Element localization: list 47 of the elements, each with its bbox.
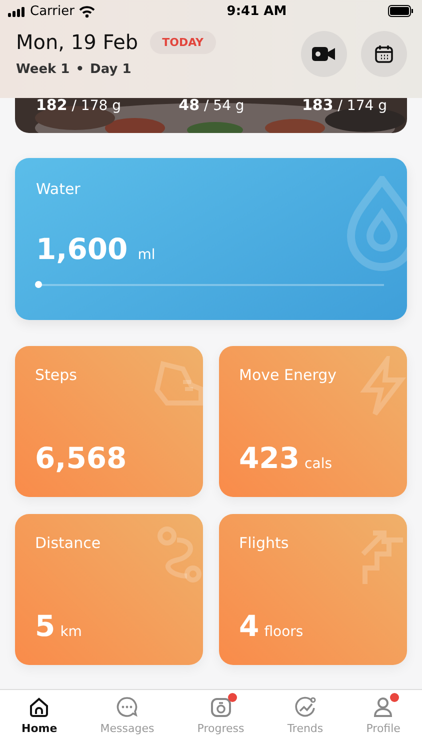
macro-value: 182 / 178 g <box>36 98 121 113</box>
trend-chart-icon <box>294 696 316 718</box>
separator-dot: • <box>76 62 84 77</box>
macro-value: 183 / 174 g <box>302 98 387 113</box>
card-title: Steps <box>35 366 78 384</box>
clock: 9:41 AM <box>226 4 287 18</box>
macro-value: 48 / 54 g <box>178 98 244 113</box>
card-value: 423 <box>239 441 300 475</box>
tab-item[interactable]: Messages <box>96 690 158 744</box>
card-unit: floors <box>264 624 304 640</box>
card-value: 4 <box>239 609 260 643</box>
wifi-icon <box>79 4 96 18</box>
card-title: Distance <box>35 534 102 552</box>
video-button[interactable] <box>301 30 347 76</box>
tab-item[interactable]: Home <box>18 690 62 744</box>
today-badge: TODAY <box>150 30 216 54</box>
calendar-icon <box>374 44 394 64</box>
activity-card[interactable]: Steps 6,568 <box>15 346 203 497</box>
card-unit: km <box>60 624 82 640</box>
signal-icon <box>8 6 25 16</box>
water-card[interactable]: Water 1,600 ml <box>15 158 407 320</box>
water-unit: ml <box>138 247 156 263</box>
water-value: 1,600 <box>36 232 128 266</box>
day-label: Day 1 <box>90 62 132 77</box>
home-icon <box>28 696 50 718</box>
activity-card[interactable]: Flights 4 floors <box>219 514 407 665</box>
carrier-name: Carrier <box>30 4 74 18</box>
card-title: Move Energy <box>239 366 338 384</box>
card-title: Flights <box>239 534 290 552</box>
camera-icon <box>210 696 232 718</box>
week-label: Week 1 <box>16 62 70 77</box>
tab-item[interactable]: Progress <box>193 690 248 744</box>
chat-bubble-icon <box>116 696 138 718</box>
card-value: 6,568 <box>35 441 127 475</box>
water-title: Water <box>36 180 82 198</box>
card-value: 5 <box>35 609 56 643</box>
video-camera-icon <box>312 46 336 62</box>
calendar-button[interactable] <box>361 30 407 76</box>
activity-card[interactable]: Move Energy 423 cals <box>219 346 407 497</box>
card-unit: cals <box>304 456 332 472</box>
battery-icon <box>388 5 414 17</box>
date-title: Mon, 19 Feb <box>16 30 138 54</box>
water-slider-thumb[interactable] <box>35 281 42 288</box>
tab-item[interactable]: Trends <box>283 690 328 744</box>
person-icon <box>372 696 394 718</box>
tab-item[interactable]: Profile <box>362 690 404 744</box>
activity-card[interactable]: Distance 5 km <box>15 514 203 665</box>
